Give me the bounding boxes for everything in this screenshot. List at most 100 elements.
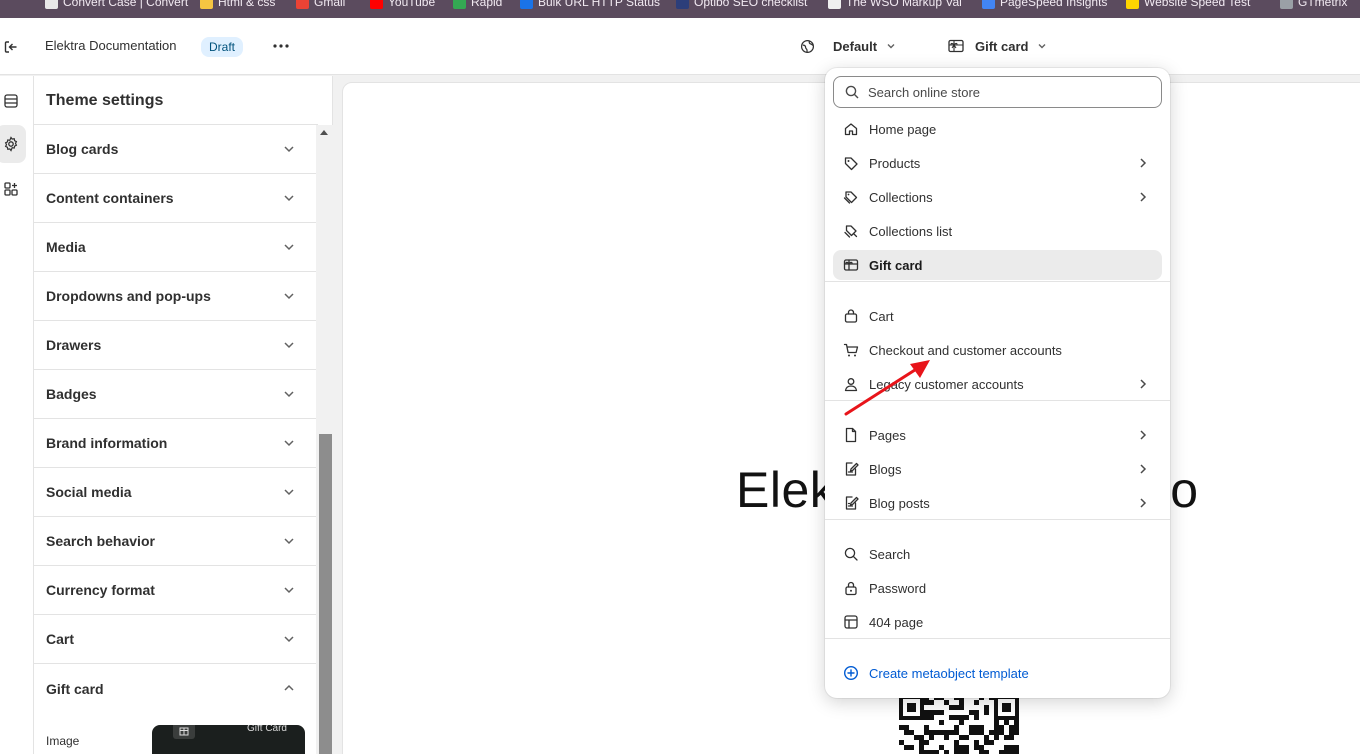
template-select[interactable]: Gift card [948, 33, 1048, 59]
store-title: Elektra Documentation [45, 38, 177, 53]
menu-item-blog[interactable]: Blogs [833, 454, 1162, 484]
setting-accordion-item[interactable]: Cart [34, 615, 318, 664]
menu-item-gift-card[interactable]: Gift card [833, 250, 1162, 280]
bookmark-label: Html & css [218, 0, 276, 9]
bookmark-item[interactable]: Gmail [296, 0, 345, 11]
menu-item-collection[interactable]: Collections [833, 182, 1162, 212]
menu-item-collections-list[interactable]: Collections list [833, 216, 1162, 246]
setting-accordion-item[interactable]: Media [34, 223, 318, 272]
apps-button[interactable] [0, 170, 26, 208]
bookmark-label: PageSpeed Insights [1000, 0, 1108, 9]
setting-label: Drawers [46, 337, 102, 353]
setting-label: Media [46, 239, 86, 255]
gift-card-icon [948, 39, 964, 53]
tag-icon [844, 157, 858, 171]
bag-icon [844, 309, 858, 323]
menu-item-not-found[interactable]: 404 page [833, 607, 1162, 637]
chevron-right-icon [1140, 430, 1147, 440]
gift-card-icon [843, 259, 859, 271]
create-link-label: Create metaobject template [869, 665, 1029, 681]
bookmark-item[interactable]: Bulk URL HTTP Status [520, 0, 660, 11]
bookmark-item[interactable]: The WSO Markup Val [828, 0, 962, 11]
search-input[interactable]: Search online store [833, 76, 1162, 108]
menu-item-tag[interactable]: Products [833, 148, 1162, 178]
theme-select[interactable]: Default [800, 33, 897, 59]
collections-list-icon [844, 225, 858, 238]
more-actions-button[interactable] [268, 36, 294, 56]
setting-accordion-item[interactable]: Drawers [34, 321, 318, 370]
plus-circle-icon [843, 665, 859, 681]
bookmark-favicon [296, 0, 309, 9]
sections-button[interactable] [0, 82, 26, 120]
setting-label: Search behavior [46, 533, 155, 549]
exit-editor-button[interactable] [0, 36, 22, 58]
bookmark-favicon [1126, 0, 1139, 9]
scrollbar-thumb[interactable] [319, 434, 332, 754]
setting-label: Badges [46, 386, 97, 402]
setting-accordion-item[interactable]: Brand information [34, 419, 318, 468]
chevron-down-icon [284, 440, 294, 447]
search-placeholder: Search online store [868, 84, 981, 100]
menu-separator [825, 638, 1170, 639]
status-badge: Draft [201, 37, 244, 57]
bookmark-item[interactable]: Html & css [200, 0, 275, 11]
cart-icon [843, 343, 859, 357]
menu-item-label: Products [869, 155, 921, 171]
setting-label: Cart [46, 631, 75, 647]
setting-label: Social media [46, 484, 132, 500]
gear-icon [4, 136, 18, 152]
gift-card-image-preview[interactable]: Gift Card [152, 725, 305, 754]
bookmark-item[interactable]: Website Speed Test [1126, 0, 1250, 11]
menu-item-page[interactable]: Pages [833, 420, 1162, 450]
theme-settings-button[interactable] [0, 125, 26, 163]
bookmark-item[interactable]: GTmetrix [1280, 0, 1347, 11]
editor-topbar: Elektra Documentation Draft Default Gift… [0, 18, 1360, 75]
theme-settings-panel: Theme settings Blog cards Content contain… [34, 76, 333, 754]
bookmark-label: YouTube [388, 0, 436, 9]
setting-accordion-item[interactable]: Social media [34, 468, 318, 517]
menu-separator [825, 281, 1170, 282]
search-icon [844, 547, 858, 561]
bookmark-favicon [45, 0, 58, 9]
blog-post-icon [845, 496, 859, 510]
menu-item-label: Home page [869, 121, 937, 137]
menu-separator [825, 519, 1170, 520]
menu-item-home[interactable]: Home page [833, 114, 1162, 144]
create-metaobject-template-link[interactable]: Create metaobject template [833, 658, 1162, 688]
bookmark-favicon [982, 0, 995, 9]
chevron-down-icon [284, 244, 294, 251]
setting-accordion-item[interactable]: Search behavior [34, 517, 318, 566]
setting-accordion-item[interactable]: Dropdowns and pop-ups [34, 272, 318, 321]
bookmarks-bar: Convert Case | Convert Html & css Gmail You… [0, 0, 1360, 18]
menu-item-label: Search [869, 546, 911, 562]
menu-item-search[interactable]: Search [833, 539, 1162, 569]
globe-icon [800, 39, 815, 53]
bookmark-item[interactable]: PageSpeed Insights [982, 0, 1107, 11]
menu-item-bag[interactable]: Cart [833, 301, 1162, 331]
bookmark-item[interactable]: YouTube [370, 0, 435, 11]
more-icon [273, 44, 289, 48]
scroll-up-arrow[interactable] [320, 130, 328, 135]
menu-item-label: Collections list [869, 223, 953, 239]
panel-title: Theme settings [46, 92, 164, 109]
setting-accordion-item[interactable]: Gift card [34, 664, 318, 713]
setting-accordion-item[interactable]: Badges [34, 370, 318, 419]
setting-label: Brand information [46, 435, 168, 451]
sections-icon [4, 94, 18, 108]
blog-icon [845, 462, 859, 476]
chevron-right-icon [1140, 158, 1147, 168]
bookmark-item[interactable]: Optibo SEO checklist [676, 0, 807, 11]
bookmark-item[interactable]: Convert Case | Convert [45, 0, 188, 11]
bookmark-item[interactable]: Rapid [453, 0, 502, 11]
setting-accordion-item[interactable]: Currency format [34, 566, 318, 615]
setting-accordion-item[interactable]: Blog cards [34, 125, 318, 174]
bookmark-label: Gmail [314, 0, 346, 9]
bookmark-favicon [200, 0, 213, 9]
setting-accordion-item[interactable]: Content containers [34, 174, 318, 223]
menu-item-blog-post[interactable]: Blog posts [833, 488, 1162, 518]
menu-item-lock[interactable]: Password [833, 573, 1162, 603]
menu-item-label: Blogs [869, 461, 902, 477]
setting-label: Currency format [46, 582, 155, 598]
bookmark-favicon [370, 0, 383, 9]
bookmark-label: Convert Case | Convert [63, 0, 189, 9]
